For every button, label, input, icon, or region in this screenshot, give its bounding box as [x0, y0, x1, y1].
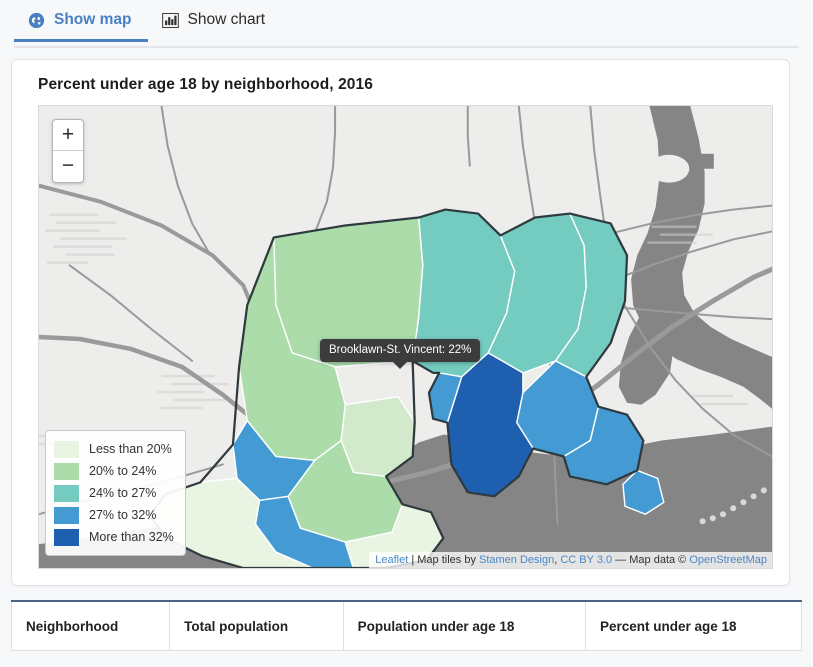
legend-label: Less than 20%: [89, 442, 172, 456]
table-header-row: Neighborhood Total population Population…: [12, 601, 802, 651]
globe-icon: [28, 12, 45, 29]
legend-item: Less than 20%: [54, 438, 174, 460]
map-attribution: Leaflet | Map tiles by Stamen Design, CC…: [369, 552, 772, 568]
column-header-population-under-18[interactable]: Population under age 18: [343, 601, 585, 651]
legend-swatch: [54, 441, 79, 458]
legend-swatch: [54, 485, 79, 502]
zoom-out-button[interactable]: −: [53, 151, 83, 182]
neighborhood-table: Neighborhood Total population Population…: [11, 600, 802, 651]
leaflet-map[interactable]: + − Brooklawn-St. Vincent: 22% Less than…: [38, 105, 773, 569]
map-card: Percent under age 18 by neighborhood, 20…: [11, 59, 790, 586]
leaflet-link[interactable]: Leaflet: [375, 554, 408, 566]
legend-item: 27% to 32%: [54, 504, 174, 526]
legend-swatch: [54, 529, 79, 546]
legend-label: 20% to 24%: [89, 464, 156, 478]
legend-label: 24% to 27%: [89, 486, 156, 500]
tab-show-map-label: Show map: [54, 11, 132, 29]
tab-show-chart-label: Show chart: [188, 11, 266, 29]
legend-label: More than 32%: [89, 530, 174, 544]
column-header-percent-under-18[interactable]: Percent under age 18: [586, 601, 802, 651]
map-tooltip: Brooklawn-St. Vincent: 22%: [320, 339, 480, 362]
legend-swatch: [54, 463, 79, 480]
legend-item: 24% to 27%: [54, 482, 174, 504]
tab-bar: Show map Show chart: [14, 0, 799, 48]
attrib-dash: —: [612, 554, 629, 566]
stamen-link[interactable]: Stamen Design: [479, 554, 554, 566]
column-header-total-population[interactable]: Total population: [170, 601, 343, 651]
tab-show-map[interactable]: Show map: [14, 0, 148, 42]
page-title: Percent under age 18 by neighborhood, 20…: [38, 76, 773, 94]
osm-link[interactable]: OpenStreetMap: [689, 554, 767, 566]
attrib-tiles-by: Map tiles by: [417, 554, 479, 566]
map-legend: Less than 20% 20% to 24% 24% to 27% 27% …: [45, 430, 186, 556]
legend-item: More than 32%: [54, 526, 174, 548]
legend-item: 20% to 24%: [54, 460, 174, 482]
legend-label: 27% to 32%: [89, 508, 156, 522]
legend-swatch: [54, 507, 79, 524]
bar-chart-icon: [162, 13, 179, 28]
data-table-wrapper: Neighborhood Total population Population…: [11, 600, 802, 651]
attrib-sep: |: [408, 554, 417, 566]
zoom-in-button[interactable]: +: [53, 120, 83, 151]
license-link[interactable]: CC BY 3.0: [560, 554, 612, 566]
attrib-mapdata: Map data ©: [629, 554, 689, 566]
tab-show-chart[interactable]: Show chart: [148, 0, 282, 42]
zoom-controls[interactable]: + −: [52, 119, 84, 183]
column-header-neighborhood[interactable]: Neighborhood: [12, 601, 170, 651]
